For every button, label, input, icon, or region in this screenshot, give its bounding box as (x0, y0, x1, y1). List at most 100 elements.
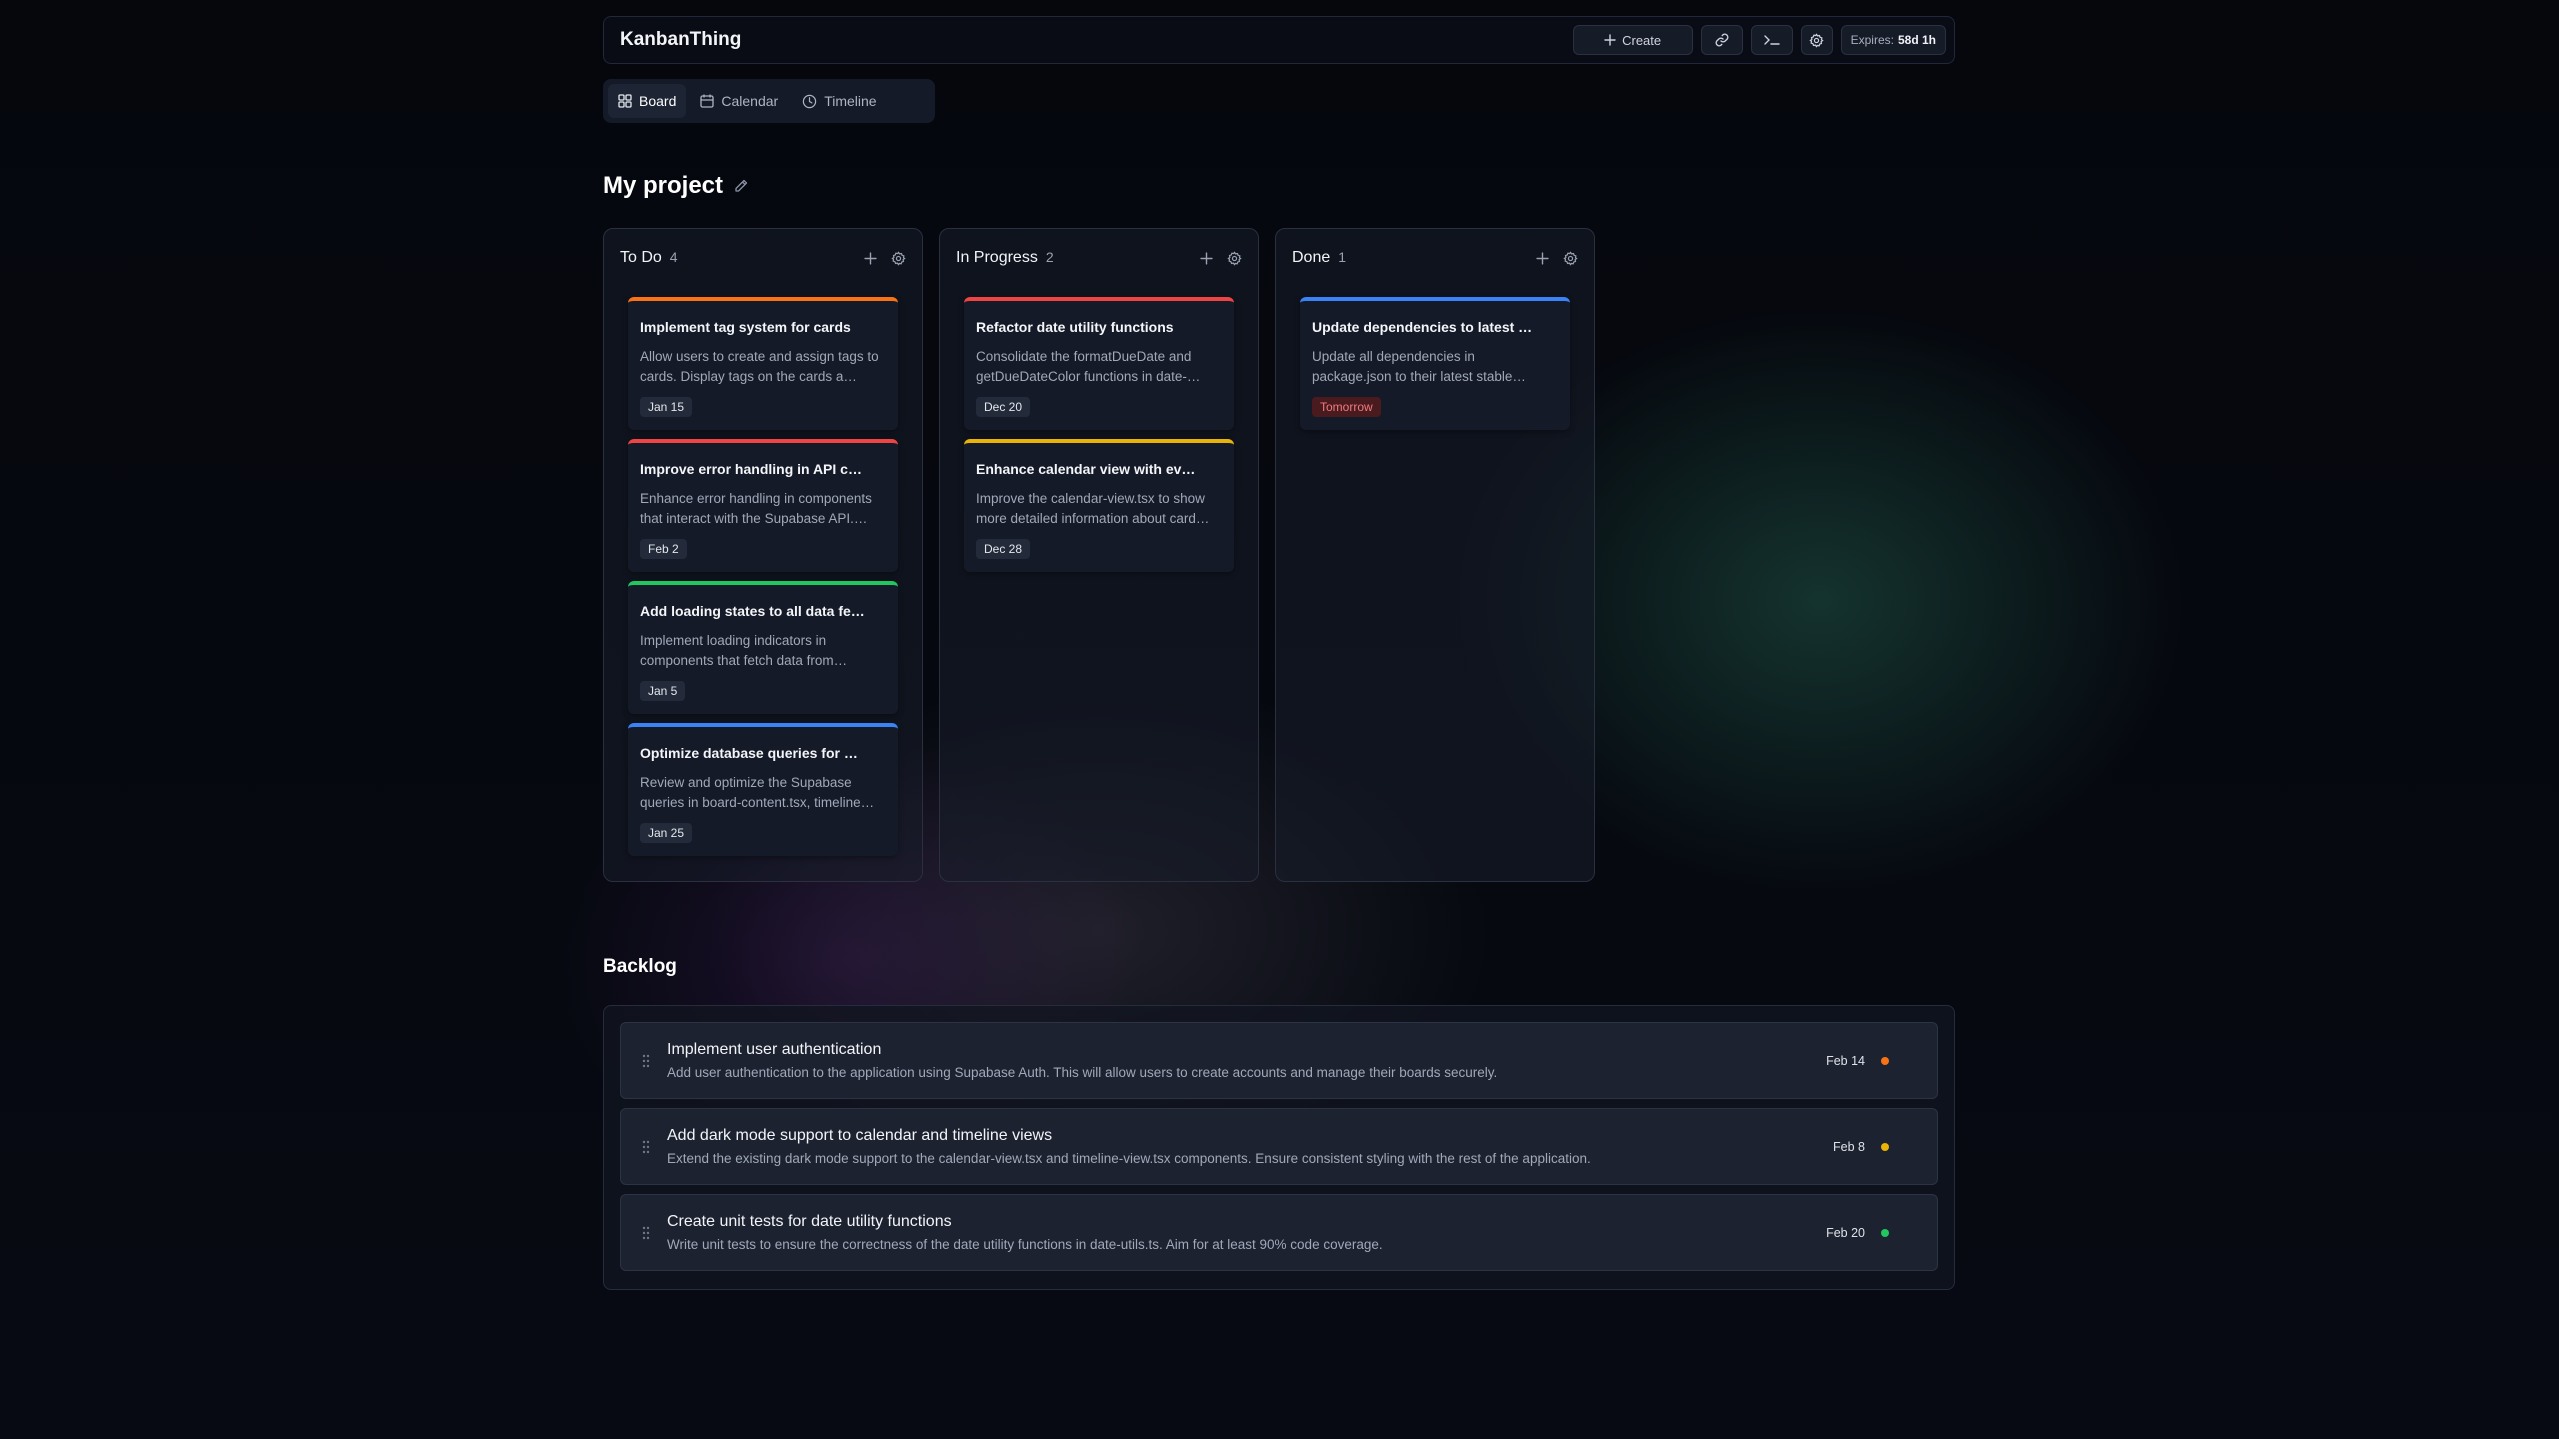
card-description: Consolidate the formatDueDate and getDue… (976, 349, 1201, 384)
drag-handle-icon[interactable] (639, 1140, 653, 1154)
calendar-icon (700, 94, 715, 108)
backlog-panel: Implement user authentication Add user a… (603, 1005, 1955, 1290)
column-title: To Do 4 (620, 249, 678, 267)
settings-button[interactable] (1800, 25, 1833, 55)
header-actions: Create Expires: 58d 1h (1572, 25, 1946, 55)
card-title: Enhance calendar view with ev… (976, 461, 1196, 477)
clock-icon (802, 94, 817, 109)
tab-calendar[interactable]: Calendar (690, 84, 788, 118)
add-card-plus-icon[interactable] (1200, 251, 1213, 265)
backlog-item[interactable]: Create unit tests for date utility funct… (620, 1194, 1938, 1271)
column-actions (1536, 250, 1578, 266)
app-header: KanbanThing Create Expires: 58d 1h (603, 16, 1955, 64)
create-button[interactable]: Create (1572, 25, 1693, 55)
backlog-item-description: Write unit tests to ensure the correctne… (667, 1237, 1383, 1252)
backlog-item-text: Add dark mode support to calendar and ti… (667, 1127, 1833, 1166)
share-link-button[interactable] (1700, 25, 1743, 55)
card-title: Update dependencies to latest … (1312, 319, 1533, 335)
priority-dot-icon (1881, 1142, 1889, 1151)
column-title: Done 1 (1292, 249, 1346, 267)
priority-dot-icon (1881, 1056, 1889, 1065)
backlog-item-text: Implement user authentication Add user a… (667, 1041, 1826, 1080)
column-actions (864, 250, 906, 266)
tab-board-label: Board (639, 93, 677, 109)
backlog-item-title: Implement user authentication (667, 1041, 882, 1058)
column-settings-gear-icon[interactable] (891, 250, 906, 266)
backlog-item-meta: Feb 14 (1826, 1054, 1889, 1068)
add-card-plus-icon[interactable] (864, 251, 877, 265)
backlog-list: Implement user authentication Add user a… (620, 1022, 1938, 1271)
project-title: My project (603, 172, 724, 199)
column-count: 1 (1338, 249, 1347, 265)
column-todo: To Do 4 Implement tag system for cards A… (603, 228, 923, 882)
card-due-date: Dec 20 (976, 397, 1031, 417)
backlog-item-text: Create unit tests for date utility funct… (667, 1213, 1826, 1252)
kanban-card[interactable]: Refactor date utility functions Consolid… (964, 297, 1234, 430)
drag-handle-icon[interactable] (639, 1054, 653, 1068)
backlog-item-date: Feb 8 (1833, 1139, 1865, 1154)
column-count: 4 (669, 249, 678, 265)
column-settings-gear-icon[interactable] (1563, 250, 1578, 266)
column-settings-gear-icon[interactable] (1227, 250, 1242, 266)
drag-handle-icon[interactable] (639, 1226, 653, 1240)
project-header: My project (603, 172, 749, 200)
expiry-label: Expires: (1850, 33, 1894, 47)
kanban-card[interactable]: Add loading states to all data fe… Imple… (628, 581, 898, 714)
card-title: Optimize database queries for … (640, 745, 858, 761)
grid-icon (618, 94, 632, 108)
column-in-progress: In Progress 2 Refactor date utility func… (939, 228, 1259, 882)
kanban-card[interactable]: Improve error handling in API c… Enhance… (628, 439, 898, 572)
card-due-date: Feb 2 (640, 539, 687, 559)
add-card-plus-icon[interactable] (1536, 251, 1549, 265)
link-icon (1714, 32, 1730, 48)
terminal-icon (1763, 33, 1781, 47)
column-header: Done 1 (1292, 249, 1578, 267)
card-title: Implement tag system for cards (640, 319, 851, 335)
card-due-date: Dec 28 (976, 539, 1031, 559)
kanban-card[interactable]: Update dependencies to latest … Update a… (1300, 297, 1570, 430)
column-actions (1200, 250, 1242, 266)
card-description: Review and optimize the Supabase queries… (640, 775, 875, 810)
card-description: Implement loading indicators in componen… (640, 633, 848, 668)
kanban-card[interactable]: Optimize database queries for … Review a… (628, 723, 898, 856)
card-description: Improve the calendar-view.tsx to show mo… (976, 491, 1210, 526)
backlog-item-date: Feb 14 (1826, 1053, 1865, 1068)
tab-board[interactable]: Board (608, 84, 687, 118)
card-due-date: Jan 15 (640, 397, 693, 417)
column-name: To Do (620, 249, 662, 266)
terminal-button[interactable] (1750, 25, 1793, 55)
card-title: Add loading states to all data fe… (640, 603, 865, 619)
card-description: Allow users to create and assign tags to… (640, 349, 879, 384)
column-done: Done 1 Update dependencies to latest … U… (1275, 228, 1595, 882)
tab-timeline-label: Timeline (824, 93, 877, 109)
backlog-item[interactable]: Add dark mode support to calendar and ti… (620, 1108, 1938, 1185)
card-description: Update all dependencies in package.json … (1312, 349, 1526, 384)
kanban-card[interactable]: Implement tag system for cards Allow use… (628, 297, 898, 430)
column-count: 2 (1045, 249, 1054, 265)
backlog-item-date: Feb 20 (1826, 1225, 1865, 1240)
view-tabs: Board Calendar Timeline (603, 79, 935, 123)
gear-icon (1809, 32, 1824, 48)
card-due-date: Jan 25 (640, 823, 693, 843)
column-header: In Progress 2 (956, 249, 1242, 267)
tab-timeline[interactable]: Timeline (792, 84, 886, 118)
expiry-badge: Expires: 58d 1h (1840, 25, 1946, 55)
column-name: Done (1292, 249, 1331, 266)
edit-pencil-icon[interactable] (733, 178, 749, 194)
backlog-item-title: Create unit tests for date utility funct… (667, 1213, 952, 1230)
priority-dot-icon (1881, 1228, 1889, 1237)
card-title: Refactor date utility functions (976, 319, 1174, 335)
expiry-value: 58d 1h (1897, 33, 1936, 47)
card-title: Improve error handling in API c… (640, 461, 862, 477)
app-brand[interactable]: KanbanThing (620, 29, 741, 51)
column-title: In Progress 2 (956, 249, 1054, 267)
backlog-item-title: Add dark mode support to calendar and ti… (667, 1127, 1053, 1144)
backlog-item-description: Extend the existing dark mode support to… (667, 1151, 1591, 1166)
card-due-date: Tomorrow (1312, 397, 1381, 417)
backlog-item[interactable]: Implement user authentication Add user a… (620, 1022, 1938, 1099)
card-list: Refactor date utility functions Consolid… (964, 297, 1234, 572)
backlog-item-meta: Feb 20 (1826, 1226, 1889, 1240)
tab-calendar-label: Calendar (721, 93, 779, 109)
column-name: In Progress (956, 249, 1038, 266)
kanban-card[interactable]: Enhance calendar view with ev… Improve t… (964, 439, 1234, 572)
